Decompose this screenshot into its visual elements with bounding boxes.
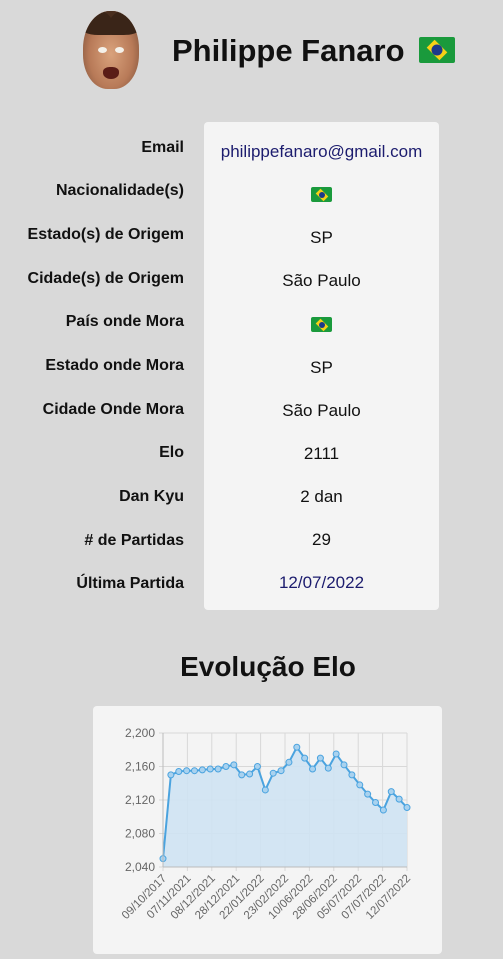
elo-point [198, 766, 206, 774]
elo-point [206, 765, 214, 773]
avatar [83, 11, 139, 89]
nationality-value [204, 184, 439, 204]
elo-point [379, 806, 387, 814]
email-link[interactable]: philippefanaro@gmail.com [204, 142, 439, 162]
y-tick-label: 2,080 [125, 827, 155, 841]
elo-point [190, 767, 198, 775]
label-state-lives: Estado onde Mora [45, 357, 184, 374]
elo-point [214, 765, 222, 773]
elo-point [340, 761, 348, 769]
elo-point [293, 743, 301, 751]
elo-point [167, 771, 175, 779]
label-state-origin: Estado(s) de Origem [27, 226, 184, 243]
label-email: Email [141, 139, 184, 156]
elo-point [387, 788, 395, 796]
state-lives-value: SP [310, 358, 333, 377]
label-games: # de Partidas [84, 532, 184, 549]
elo-point [238, 771, 246, 779]
label-elo: Elo [159, 444, 184, 461]
elo-point [277, 767, 285, 775]
elo-point [403, 804, 411, 812]
brazil-flag-icon [311, 317, 332, 333]
page-title: Philippe Fanaro [172, 33, 456, 69]
elo-point [261, 786, 269, 794]
details-card: philippefanaro@gmail.com SP São Paulo SP… [204, 122, 439, 610]
brazil-flag-icon [419, 36, 456, 63]
elo-point [222, 763, 230, 770]
elo-point [246, 770, 254, 778]
y-tick-label: 2,040 [125, 860, 155, 874]
label-last-game: Última Partida [76, 575, 184, 592]
state-origin-value: SP [310, 228, 333, 247]
elo-point [309, 765, 317, 773]
elo-point [285, 758, 293, 766]
avatar-eye-left [98, 47, 107, 53]
elo-point [348, 771, 356, 779]
games-value: 29 [312, 530, 331, 549]
elo-point [316, 754, 324, 762]
label-nationality: Nacionalidade(s) [55, 182, 184, 199]
chart-section-title: Evolução Elo [180, 651, 356, 682]
label-city-lives: Cidade Onde Mora [42, 401, 184, 418]
brazil-flag-icon [311, 187, 332, 203]
elo-chart-card: 2,040 2,080 2,120 2,160 2,200 09/10/2017 07/11… [93, 706, 442, 954]
y-tick-label: 2,160 [125, 760, 155, 774]
last-game-link[interactable]: 12/07/2022 [204, 573, 439, 593]
elo-point [301, 754, 309, 762]
elo-point [332, 750, 340, 758]
label-dan-kyu: Dan Kyu [119, 488, 184, 505]
city-lives-value: São Paulo [282, 401, 361, 420]
city-origin-value: São Paulo [282, 271, 361, 290]
elo-point [364, 790, 372, 798]
elo-point [269, 769, 277, 777]
elo-point [324, 764, 332, 772]
avatar-eye-right [115, 47, 124, 53]
elo-point [175, 768, 183, 776]
dan-kyu-value: 2 dan [300, 487, 343, 506]
profile-header: Philippe Fanaro [0, 0, 503, 100]
country-lives-value [204, 314, 439, 334]
elo-point [183, 767, 191, 775]
elo-point [230, 761, 238, 769]
elo-chart: 2,0402,0802,1202,1602,20009/10/201707/11… [120, 726, 413, 922]
avatar-mouth [103, 67, 119, 79]
elo-value: 2111 [303, 444, 340, 463]
elo-point [253, 763, 261, 770]
y-tick-label: 2,120 [125, 793, 155, 807]
player-name: Philippe Fanaro [172, 33, 405, 68]
avatar-hair [83, 11, 139, 35]
elo-point [356, 781, 364, 789]
elo-point [372, 799, 380, 807]
label-country-lives: País onde Mora [65, 313, 184, 330]
elo-point [395, 795, 403, 803]
label-city-origin: Cidade(s) de Origem [27, 270, 184, 287]
y-tick-label: 2,200 [125, 726, 155, 740]
